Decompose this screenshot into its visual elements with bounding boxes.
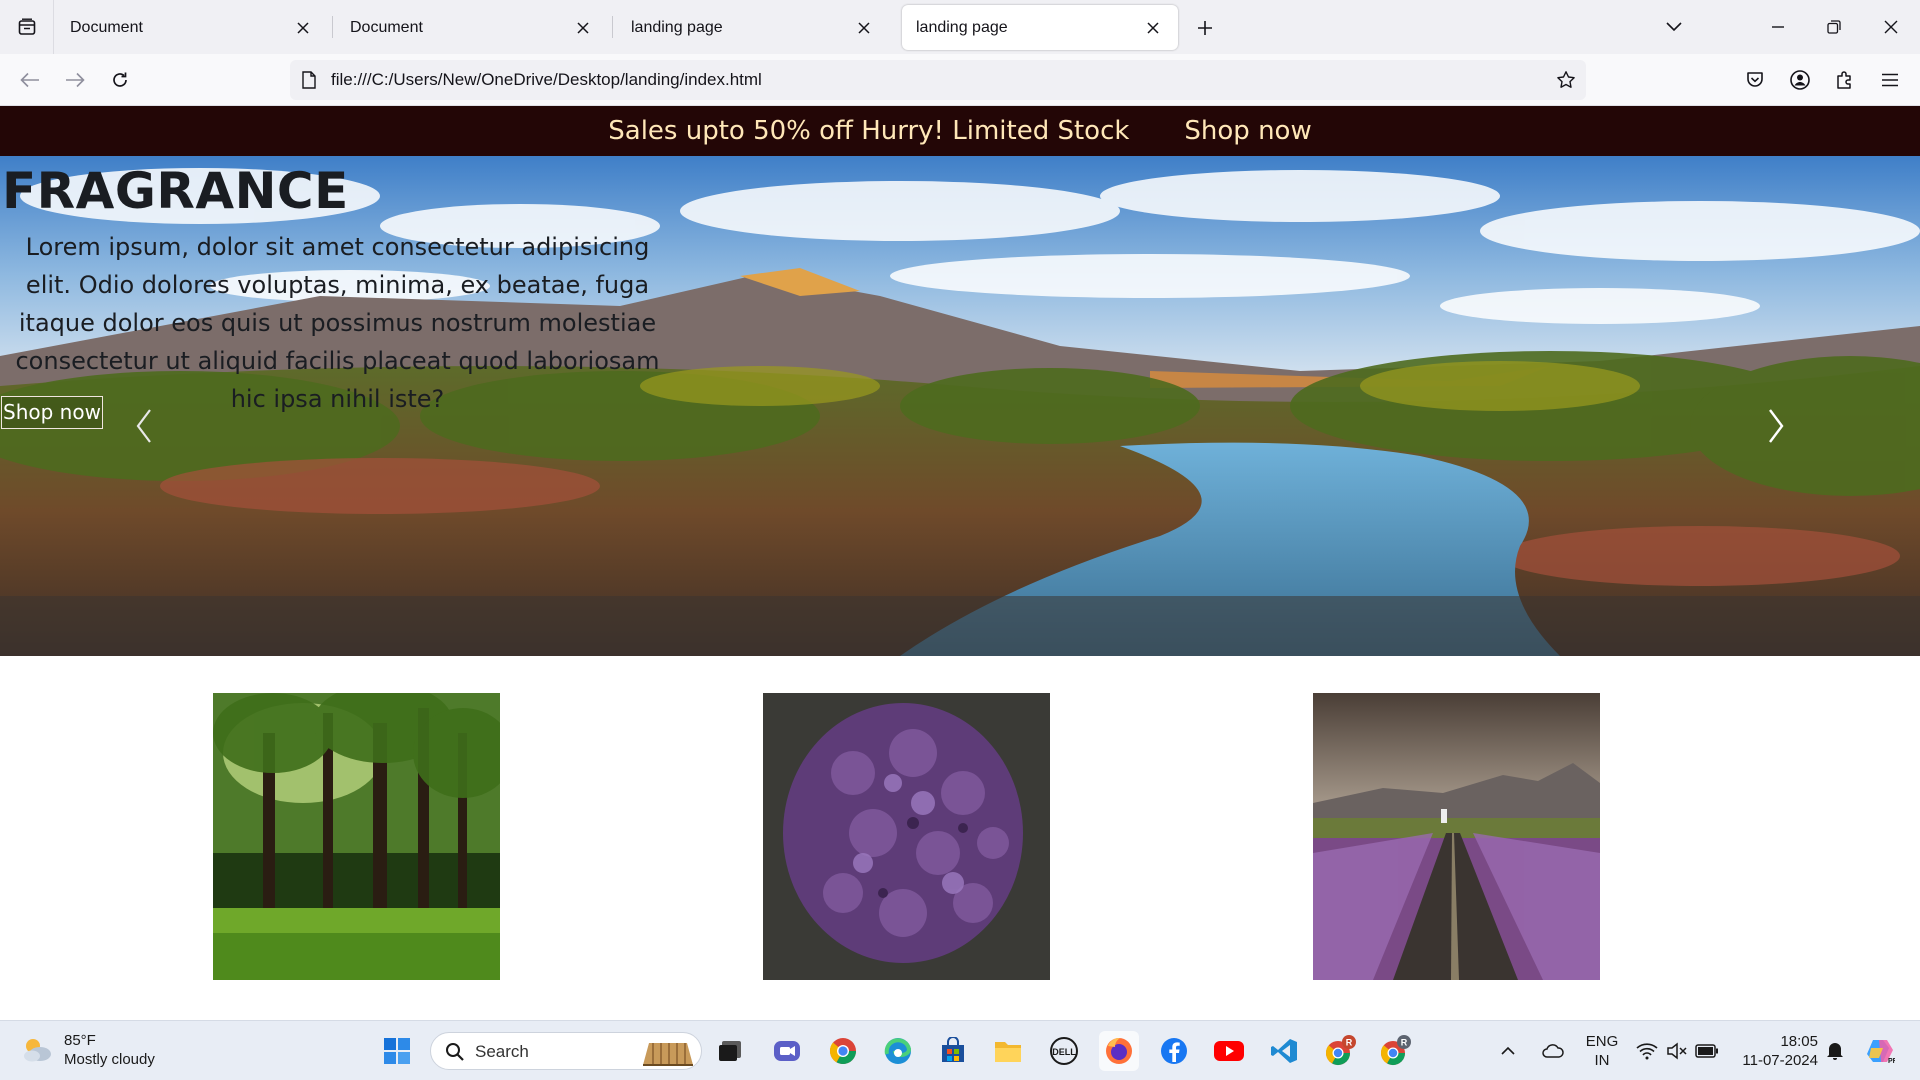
chrome-profile-r2-icon[interactable]: R xyxy=(1375,1031,1415,1071)
cloudy-weather-icon xyxy=(24,1039,51,1062)
close-tab-icon[interactable] xyxy=(1142,17,1164,39)
copilot-icon[interactable]: PRE xyxy=(1862,1031,1898,1071)
edge-icon[interactable] xyxy=(878,1031,918,1071)
close-tab-icon[interactable] xyxy=(292,17,314,39)
promo-shop-now-link[interactable]: Shop now xyxy=(1184,116,1311,146)
tab-list-icon[interactable] xyxy=(0,0,54,54)
forward-arrow-icon[interactable] xyxy=(57,62,93,98)
tab-title: Document xyxy=(70,18,143,36)
youtube-icon[interactable] xyxy=(1209,1031,1249,1071)
close-window-icon[interactable] xyxy=(1874,10,1908,44)
new-tab-plus-icon[interactable] xyxy=(1190,13,1220,43)
product-card-forest[interactable] xyxy=(213,693,500,980)
language-region: IN xyxy=(1594,1052,1610,1069)
product-card-lavender-road[interactable] xyxy=(1313,693,1600,980)
wifi-icon[interactable] xyxy=(1632,1031,1662,1071)
promo-banner: Sales upto 50% off Hurry! Limited Stock … xyxy=(0,106,1920,156)
hero-description: Lorem ipsum, dolor sit amet consectetur … xyxy=(15,233,660,413)
battery-icon[interactable] xyxy=(1692,1031,1722,1071)
clock[interactable]: 18:05 11-07-2024 xyxy=(1734,1032,1818,1070)
search-icon xyxy=(446,1043,464,1061)
svg-text:R: R xyxy=(1401,1038,1408,1048)
promo-text: Sales upto 50% off Hurry! Limited Stock xyxy=(608,116,1130,146)
teams-meet-icon[interactable] xyxy=(767,1031,807,1071)
browser-tab-bar: Document Document landing page landing p… xyxy=(0,0,1920,54)
microsoft-store-icon[interactable] xyxy=(933,1031,973,1071)
chrome-profile-r-icon[interactable]: R xyxy=(1320,1031,1360,1071)
browser-nav-bar: file:///C:/Users/New/OneDrive/Desktop/la… xyxy=(0,54,1920,106)
weather-condition: Mostly cloudy xyxy=(64,1051,155,1068)
weather-temp: 85°F xyxy=(64,1032,96,1049)
search-label: Search xyxy=(475,1042,529,1061)
close-tab-icon[interactable] xyxy=(572,17,594,39)
clock-time: 18:05 xyxy=(1780,1033,1818,1050)
windows-taskbar: 85°F Mostly cloudy Search DELL R R ENG I… xyxy=(0,1020,1920,1080)
taskbar-search-box[interactable]: Search xyxy=(430,1032,702,1070)
hero-carousel: FRAGRANCE Lorem ipsum, dolor sit amet co… xyxy=(0,156,1920,656)
address-bar[interactable]: file:///C:/Users/New/OneDrive/Desktop/la… xyxy=(290,60,1586,100)
hero-title: FRAGRANCE xyxy=(2,162,349,220)
tab-title: landing page xyxy=(916,18,1008,36)
list-all-tabs-chevron-icon[interactable] xyxy=(1657,10,1691,44)
chrome-icon[interactable] xyxy=(823,1031,863,1071)
lavender-road-image xyxy=(1313,693,1600,980)
tab-title: landing page xyxy=(631,18,723,36)
carousel-prev-chevron-icon[interactable] xyxy=(130,406,160,446)
tab-title: Document xyxy=(350,18,423,36)
reload-icon[interactable] xyxy=(102,62,138,98)
hero-shop-now-button[interactable]: Shop now xyxy=(1,396,103,429)
vscode-icon[interactable] xyxy=(1264,1031,1304,1071)
svg-text:R: R xyxy=(1346,1038,1353,1048)
close-tab-icon[interactable] xyxy=(853,17,875,39)
svg-text:DELL: DELL xyxy=(1052,1047,1076,1057)
account-icon[interactable] xyxy=(1782,62,1818,98)
tab-document-2[interactable]: Document xyxy=(336,5,608,50)
tab-landing-page-1[interactable]: landing page xyxy=(617,5,889,50)
minimize-icon[interactable] xyxy=(1761,10,1795,44)
dell-icon[interactable]: DELL xyxy=(1044,1031,1084,1071)
task-view-icon[interactable] xyxy=(710,1031,750,1071)
search-highlight-basket-icon xyxy=(643,1043,693,1066)
page-document-icon xyxy=(298,69,320,91)
speaker-muted-icon[interactable] xyxy=(1662,1031,1692,1071)
language-code: ENG xyxy=(1585,1033,1619,1050)
restore-window-icon[interactable] xyxy=(1817,10,1851,44)
notification-bell-icon[interactable] xyxy=(1820,1031,1850,1071)
lilac-flowers-image xyxy=(763,693,1050,980)
extensions-puzzle-icon[interactable] xyxy=(1827,62,1863,98)
onedrive-cloud-icon[interactable] xyxy=(1536,1031,1570,1071)
tab-document-1[interactable]: Document xyxy=(56,5,328,50)
facebook-icon[interactable] xyxy=(1154,1031,1194,1071)
bookmark-star-icon[interactable] xyxy=(1554,68,1578,92)
firefox-icon[interactable] xyxy=(1099,1031,1139,1071)
weather-widget[interactable]: 85°F Mostly cloudy xyxy=(20,1031,155,1069)
menu-hamburger-icon[interactable] xyxy=(1872,62,1908,98)
show-hidden-icons-chevron-icon[interactable] xyxy=(1493,1031,1523,1071)
url-text[interactable]: file:///C:/Users/New/OneDrive/Desktop/la… xyxy=(331,60,762,100)
pocket-icon[interactable] xyxy=(1737,62,1773,98)
file-explorer-icon[interactable] xyxy=(988,1031,1028,1071)
forest-image xyxy=(213,693,500,980)
back-arrow-icon[interactable] xyxy=(12,62,48,98)
language-indicator[interactable]: ENG IN xyxy=(1582,1032,1622,1070)
clock-date: 11-07-2024 xyxy=(1742,1052,1818,1069)
windows-start-icon[interactable] xyxy=(377,1031,417,1071)
carousel-next-chevron-icon[interactable] xyxy=(1760,406,1790,446)
product-card-lilac[interactable] xyxy=(763,693,1050,980)
tab-landing-page-active[interactable]: landing page xyxy=(902,5,1178,50)
svg-text:PRE: PRE xyxy=(1888,1058,1895,1065)
